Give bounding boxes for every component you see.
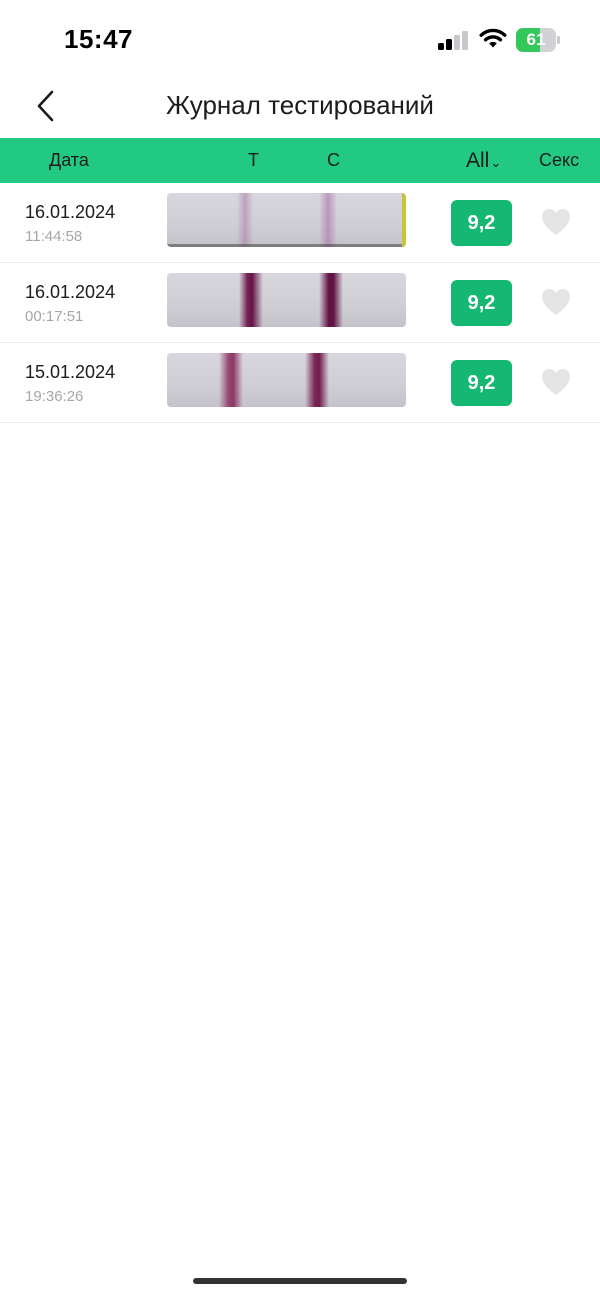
item-date: 15.01.2024 bbox=[25, 362, 116, 382]
wifi-icon bbox=[479, 28, 507, 48]
score-badge[interactable]: 9,2 bbox=[451, 360, 512, 406]
column-c: C bbox=[327, 150, 340, 170]
heart-icon[interactable] bbox=[541, 208, 571, 236]
test-strip-image[interactable] bbox=[167, 273, 406, 327]
column-t: T bbox=[248, 150, 259, 170]
test-list: 16.01.2024 11:44:58 9,2 16.01.2024 00:17… bbox=[0, 183, 600, 423]
status-time: 15:47 bbox=[64, 24, 133, 54]
list-item[interactable]: 15.01.2024 19:36:26 9,2 bbox=[0, 343, 600, 423]
column-date: Дата bbox=[49, 150, 89, 170]
list-item[interactable]: 16.01.2024 11:44:58 9,2 bbox=[0, 183, 600, 263]
page-title: Журнал тестирований bbox=[166, 90, 434, 120]
column-sex: Секс bbox=[539, 150, 580, 170]
list-item[interactable]: 16.01.2024 00:17:51 9,2 bbox=[0, 263, 600, 343]
heart-icon[interactable] bbox=[541, 368, 571, 396]
item-date: 16.01.2024 bbox=[25, 282, 116, 302]
score-badge[interactable]: 9,2 bbox=[451, 280, 512, 326]
cellular-signal-icon bbox=[438, 30, 468, 50]
chevron-down-icon: ⌄ bbox=[490, 155, 502, 170]
test-strip-image[interactable] bbox=[167, 193, 406, 247]
item-time: 00:17:51 bbox=[25, 308, 84, 325]
score-badge[interactable]: 9,2 bbox=[451, 200, 512, 246]
filter-dropdown[interactable]: All⌄ bbox=[466, 138, 501, 183]
nav-header: Журнал тестирований bbox=[0, 76, 600, 138]
column-header: Дата T C All⌄ Секс bbox=[0, 138, 600, 183]
filter-label: All bbox=[466, 149, 490, 172]
test-strip-image[interactable] bbox=[167, 353, 406, 407]
item-date: 16.01.2024 bbox=[25, 202, 116, 222]
heart-icon[interactable] bbox=[541, 288, 571, 316]
item-time: 19:36:26 bbox=[25, 388, 84, 405]
status-bar: 15:47 61 bbox=[0, 0, 600, 76]
battery-charging-icon: 61 bbox=[516, 28, 560, 52]
battery-percent: 61 bbox=[526, 30, 546, 49]
home-indicator[interactable] bbox=[193, 1278, 407, 1284]
item-time: 11:44:58 bbox=[25, 228, 83, 245]
